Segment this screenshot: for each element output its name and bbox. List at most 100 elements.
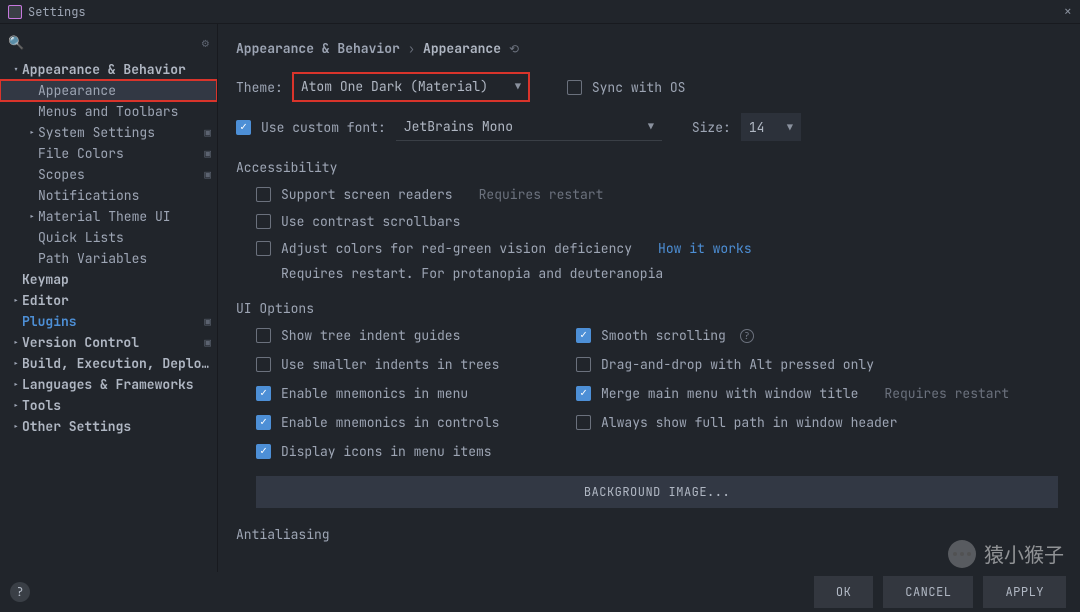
ui-left-checkbox-1[interactable] bbox=[256, 357, 271, 372]
ui-right-checkbox-0[interactable] bbox=[576, 328, 591, 343]
font-size-dropdown[interactable]: 14 ▼ bbox=[741, 113, 801, 141]
ui-left-label-2: Enable mnemonics in menu bbox=[281, 385, 468, 402]
sidebar-item-material-theme-ui[interactable]: ▸Material Theme UI bbox=[0, 206, 217, 227]
search-row: 🔍 ⚙ bbox=[0, 30, 217, 59]
font-row: Use custom font: JetBrains Mono ▼ Size: … bbox=[236, 113, 1058, 141]
background-image-button[interactable]: BACKGROUND IMAGE... bbox=[256, 476, 1058, 508]
filter-icon[interactable]: ⚙ bbox=[202, 35, 209, 51]
ui-left-checkbox-3[interactable] bbox=[256, 415, 271, 430]
sidebar-item-label: Tools bbox=[22, 397, 211, 414]
sidebar-item-appearance[interactable]: Appearance bbox=[0, 80, 217, 101]
ui-left-label-1: Use smaller indents in trees bbox=[281, 356, 499, 373]
sidebar-item-menus-and-toolbars[interactable]: Menus and Toolbars bbox=[0, 101, 217, 122]
custom-font-label: Use custom font: bbox=[261, 119, 386, 136]
ui-left-opt-4: Display icons in menu items bbox=[256, 443, 536, 460]
ui-left-label-0: Show tree indent guides bbox=[281, 327, 460, 344]
breadcrumb-current: Appearance bbox=[423, 40, 501, 57]
sidebar-item-label: Notifications bbox=[38, 187, 211, 204]
sidebar-item-plugins[interactable]: Plugins▣ bbox=[0, 311, 217, 332]
app-icon bbox=[8, 5, 22, 19]
sidebar-item-label: Path Variables bbox=[38, 250, 211, 267]
sidebar-item-version-control[interactable]: ▸Version Control▣ bbox=[0, 332, 217, 353]
how-it-works-link[interactable]: How it works bbox=[658, 240, 752, 257]
ui-right-label-3: Always show full path in window header bbox=[601, 414, 897, 431]
color-deficiency-checkbox[interactable] bbox=[256, 241, 271, 256]
ui-left-label-4: Display icons in menu items bbox=[281, 443, 492, 460]
ui-right-opt-0: Smooth scrolling? bbox=[576, 327, 1009, 344]
accessibility-note: Requires restart. For protanopia and deu… bbox=[281, 265, 1058, 282]
screen-readers-suffix: Requires restart bbox=[479, 186, 604, 203]
chevron-down-icon: ▾ bbox=[10, 63, 22, 76]
ui-left-opt-0: Show tree indent guides bbox=[256, 327, 536, 344]
sidebar-item-keymap[interactable]: Keymap bbox=[0, 269, 217, 290]
ui-right-label-1: Drag-and-drop with Alt pressed only bbox=[601, 356, 874, 373]
close-icon[interactable]: × bbox=[1064, 3, 1072, 21]
settings-tree: ▾Appearance & Behavior Appearance Menus an… bbox=[0, 59, 217, 572]
sync-os-label: Sync with OS bbox=[592, 79, 686, 96]
sidebar-item-label: Languages & Frameworks bbox=[22, 376, 211, 393]
ui-left-opt-3: Enable mnemonics in controls bbox=[256, 414, 536, 431]
sidebar-item-tools[interactable]: ▸Tools bbox=[0, 395, 217, 416]
sidebar-item-label: Build, Execution, Deployment bbox=[22, 355, 211, 372]
ui-right-checkbox-2[interactable] bbox=[576, 386, 591, 401]
ok-button[interactable]: OK bbox=[814, 576, 873, 608]
theme-dropdown[interactable]: Atom One Dark (Material) ▼ bbox=[293, 73, 529, 101]
ui-right-checkbox-1[interactable] bbox=[576, 357, 591, 372]
apply-button[interactable]: APPLY bbox=[983, 576, 1066, 608]
sidebar-item-label: Plugins bbox=[22, 313, 204, 330]
chevron-down-icon: ▼ bbox=[515, 80, 521, 93]
sidebar-item-label: Scopes bbox=[38, 166, 204, 183]
chevron-right-icon: ▸ bbox=[10, 336, 22, 349]
chevron-right-icon: › bbox=[408, 41, 415, 57]
sidebar-item-build-execution-deployment[interactable]: ▸Build, Execution, Deployment bbox=[0, 353, 217, 374]
ui-left-opt-2: Enable mnemonics in menu bbox=[256, 385, 536, 402]
sidebar-item-scopes[interactable]: Scopes▣ bbox=[0, 164, 217, 185]
font-size-label: Size: bbox=[692, 119, 731, 136]
sidebar-item-label: Keymap bbox=[22, 271, 211, 288]
reset-icon[interactable]: ⟲ bbox=[509, 41, 519, 57]
font-size-value: 14 bbox=[749, 119, 765, 136]
sidebar-item-languages-frameworks[interactable]: ▸Languages & Frameworks bbox=[0, 374, 217, 395]
main-panel: Appearance & Behavior › Appearance ⟲ The… bbox=[218, 24, 1080, 572]
custom-font-checkbox[interactable] bbox=[236, 120, 251, 135]
chevron-right-icon: ▸ bbox=[10, 294, 22, 307]
sidebar-item-file-colors[interactable]: File Colors▣ bbox=[0, 143, 217, 164]
contrast-scrollbars-checkbox[interactable] bbox=[256, 214, 271, 229]
ui-left-opt-1: Use smaller indents in trees bbox=[256, 356, 536, 373]
sidebar-item-notifications[interactable]: Notifications bbox=[0, 185, 217, 206]
chevron-down-icon: ▼ bbox=[787, 121, 793, 134]
ui-right-opt-1: Drag-and-drop with Alt pressed only bbox=[576, 356, 1009, 373]
help-button[interactable]: ? bbox=[10, 582, 30, 602]
sidebar-item-system-settings[interactable]: ▸System Settings▣ bbox=[0, 122, 217, 143]
ui-left-checkbox-0[interactable] bbox=[256, 328, 271, 343]
ui-left-checkbox-4[interactable] bbox=[256, 444, 271, 459]
search-input[interactable] bbox=[28, 35, 202, 51]
ui-right-label-0: Smooth scrolling bbox=[601, 327, 726, 344]
ui-right-checkbox-3[interactable] bbox=[576, 415, 591, 430]
project-icon: ▣ bbox=[204, 168, 211, 182]
sidebar-item-label: Appearance bbox=[38, 82, 211, 99]
sidebar-item-path-variables[interactable]: Path Variables bbox=[0, 248, 217, 269]
font-dropdown[interactable]: JetBrains Mono ▼ bbox=[396, 113, 662, 141]
search-icon[interactable]: 🔍 bbox=[8, 34, 24, 51]
ui-options-title: UI Options bbox=[236, 300, 1058, 317]
sidebar-item-quick-lists[interactable]: Quick Lists bbox=[0, 227, 217, 248]
sidebar-item-editor[interactable]: ▸Editor bbox=[0, 290, 217, 311]
cancel-button[interactable]: CANCEL bbox=[883, 576, 973, 608]
sidebar-item-appearance-behavior[interactable]: ▾Appearance & Behavior bbox=[0, 59, 217, 80]
ui-left-checkbox-2[interactable] bbox=[256, 386, 271, 401]
font-value: JetBrains Mono bbox=[404, 118, 513, 135]
window-title: Settings bbox=[28, 4, 86, 20]
sidebar-item-other-settings[interactable]: ▸Other Settings bbox=[0, 416, 217, 437]
sidebar-item-label: File Colors bbox=[38, 145, 204, 162]
breadcrumb-parent[interactable]: Appearance & Behavior bbox=[236, 40, 400, 57]
chevron-right-icon: ▸ bbox=[10, 420, 22, 433]
contrast-scrollbars-label: Use contrast scrollbars bbox=[281, 213, 460, 230]
sync-os-checkbox[interactable] bbox=[567, 80, 582, 95]
theme-row: Theme: Atom One Dark (Material) ▼ Sync w… bbox=[236, 73, 1058, 101]
sidebar-item-label: Version Control bbox=[22, 334, 204, 351]
accessibility-title: Accessibility bbox=[236, 159, 1058, 176]
info-icon[interactable]: ? bbox=[740, 329, 754, 343]
titlebar: Settings × bbox=[0, 0, 1080, 24]
screen-readers-checkbox[interactable] bbox=[256, 187, 271, 202]
